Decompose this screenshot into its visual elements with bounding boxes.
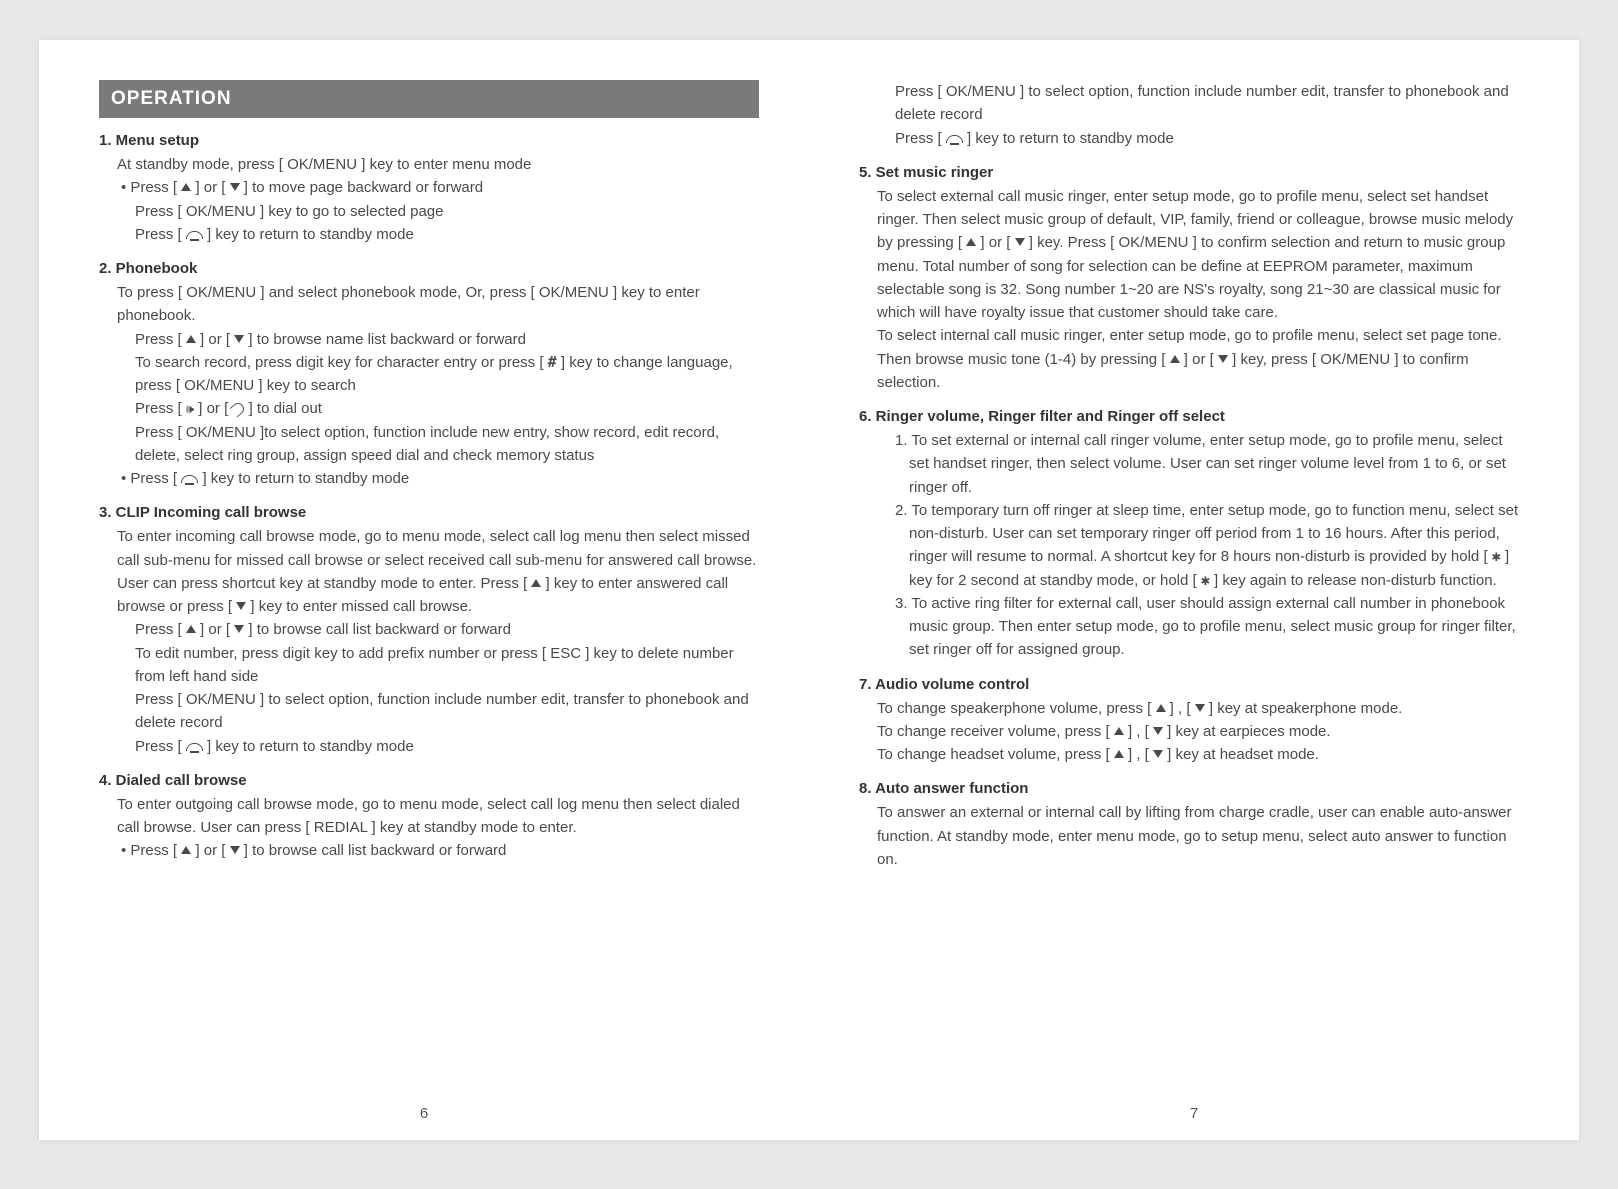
sec2-l4: Press [ OK/MENU ]to select option, funct…: [135, 421, 759, 468]
sec4-body: To enter outgoing call browse mode, go t…: [117, 793, 759, 863]
sec4-continued: Press [ OK/MENU ] to select option, func…: [895, 80, 1519, 150]
down-arrow-icon: [1195, 704, 1205, 712]
up-arrow-icon: [186, 625, 196, 633]
sec2-l3: Press [ 🕪 ] or [ ] to dial out: [135, 397, 759, 420]
down-arrow-icon: [234, 335, 244, 343]
down-arrow-icon: [1153, 727, 1163, 735]
sec3-title: 3. CLIP Incoming call browse: [99, 504, 759, 521]
sec7-body: To change speakerphone volume, press [ ]…: [877, 697, 1519, 767]
sec6-i2: 2. To temporary turn off ringer at sleep…: [895, 499, 1519, 592]
up-arrow-icon: [966, 238, 976, 246]
section-header: OPERATION: [99, 80, 759, 118]
sec8-p: To answer an external or internal call b…: [877, 801, 1519, 871]
up-arrow-icon: [1170, 355, 1180, 363]
down-arrow-icon: [1015, 238, 1025, 246]
sec4-title: 4. Dialed call browse: [99, 772, 759, 789]
sec2-intro: To press [ OK/MENU ] and select phoneboo…: [117, 281, 759, 328]
sec4-bullet: Press [ ] or [ ] to browse call list bac…: [135, 839, 759, 862]
hangup-icon: [186, 231, 203, 239]
cont-l1: Press [ OK/MENU ] to select option, func…: [895, 80, 1519, 127]
sec3-l2: To edit number, press digit key to add p…: [135, 642, 759, 689]
page-right: Press [ OK/MENU ] to select option, func…: [809, 40, 1579, 1140]
down-arrow-icon: [1218, 355, 1228, 363]
sec4-intro: To enter outgoing call browse mode, go t…: [117, 793, 759, 840]
sec6-title: 6. Ringer volume, Ringer filter and Ring…: [859, 408, 1519, 425]
sec3-l4: Press [ ] key to return to standby mode: [135, 735, 759, 758]
page-spread: OPERATION 1. Menu setup At standby mode,…: [39, 40, 1579, 1140]
sec1-line2: Press [ OK/MENU ] key to go to selected …: [135, 200, 759, 223]
sec7-l3: To change headset volume, press [ ] , [ …: [877, 743, 1519, 766]
sec5-body: To select external call music ringer, en…: [877, 185, 1519, 394]
up-arrow-icon: [1156, 704, 1166, 712]
up-arrow-icon: [181, 183, 191, 191]
sec1-bullet1: Press [ ] or [ ] to move page backward o…: [135, 176, 759, 199]
sec3-intro: To enter incoming call browse mode, go t…: [117, 525, 759, 618]
sec2-l1: Press [ ] or [ ] to browse name list bac…: [135, 328, 759, 351]
sec1-line3: Press [ ] key to return to standby mode: [135, 223, 759, 246]
cont-l2: Press [ ] key to return to standby mode: [895, 127, 1519, 150]
sec7-l1: To change speakerphone volume, press [ ]…: [877, 697, 1519, 720]
down-arrow-icon: [234, 625, 244, 633]
sec2-title: 2. Phonebook: [99, 260, 759, 277]
sec2-body: To press [ OK/MENU ] and select phoneboo…: [117, 281, 759, 490]
up-arrow-icon: [531, 579, 541, 587]
hangup-icon: [946, 135, 963, 143]
sec6-body: 1. To set external or internal call ring…: [877, 429, 1519, 662]
sec1-body: At standby mode, press [ OK/MENU ] key t…: [117, 153, 759, 246]
page-left: OPERATION 1. Menu setup At standby mode,…: [39, 40, 809, 1140]
up-arrow-icon: [186, 335, 196, 343]
sec7-l2: To change receiver volume, press [ ] , […: [877, 720, 1519, 743]
up-arrow-icon: [1114, 727, 1124, 735]
page-number-right: 7: [809, 1105, 1579, 1122]
hangup-icon: [186, 743, 203, 751]
sec6-i1: 1. To set external or internal call ring…: [895, 429, 1519, 499]
sec7-title: 7. Audio volume control: [859, 676, 1519, 693]
sec5-p1: To select external call music ringer, en…: [877, 185, 1519, 325]
down-arrow-icon: [230, 183, 240, 191]
sec1-title: 1. Menu setup: [99, 132, 759, 149]
sec1-intro: At standby mode, press [ OK/MENU ] key t…: [117, 153, 759, 176]
down-arrow-icon: [230, 846, 240, 854]
sec5-p2: To select internal call music ringer, en…: [877, 324, 1519, 394]
down-arrow-icon: [236, 602, 246, 610]
hash-key-icon: #: [548, 353, 557, 371]
page-number-left: 6: [39, 1105, 809, 1122]
sec6-i3: 3. To active ring filter for external ca…: [895, 592, 1519, 662]
star-key-icon: ✱: [1201, 571, 1210, 589]
sec5-title: 5. Set music ringer: [859, 164, 1519, 181]
sec8-body: To answer an external or internal call b…: [877, 801, 1519, 871]
sec3-l1: Press [ ] or [ ] to browse call list bac…: [135, 618, 759, 641]
sec3-body: To enter incoming call browse mode, go t…: [117, 525, 759, 758]
sec8-title: 8. Auto answer function: [859, 780, 1519, 797]
up-arrow-icon: [1114, 750, 1124, 758]
up-arrow-icon: [181, 846, 191, 854]
sec3-l3: Press [ OK/MENU ] to select option, func…: [135, 688, 759, 735]
sec2-bullet: Press [ ] key to return to standby mode: [135, 467, 759, 490]
down-arrow-icon: [1153, 750, 1163, 758]
speaker-icon: 🕪: [186, 399, 194, 419]
sec2-l2: To search record, press digit key for ch…: [135, 351, 759, 398]
star-key-icon: ✱: [1492, 547, 1501, 565]
hangup-icon: [181, 475, 198, 483]
